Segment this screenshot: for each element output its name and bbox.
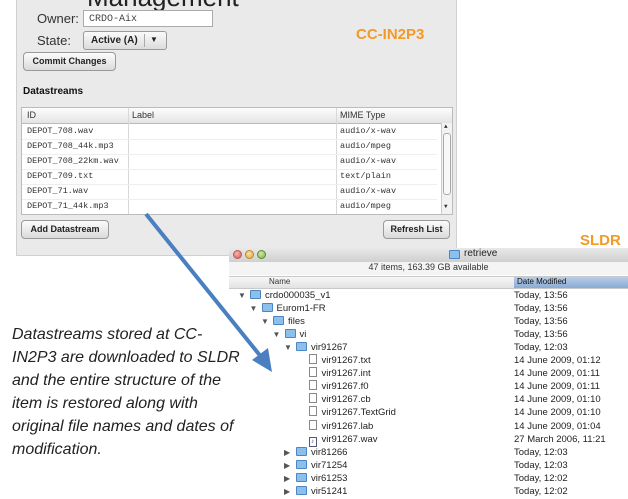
item-date-modified: Today, 13:56 [514,328,568,340]
item-name: vir91267.lab [321,420,374,432]
finder-title-bar: retrieve [229,248,628,263]
disclosure-closed-icon[interactable]: ▶ [284,446,294,459]
item-date-modified: 14 June 2009, 01:12 [514,355,601,366]
folder-row[interactable]: ▼ vir91267 [284,341,347,354]
item-name: vi [299,328,307,340]
document-icon [308,393,317,404]
zoom-window-icon[interactable] [257,250,266,259]
item-name: vir91267.int [321,368,371,380]
column-header-name[interactable]: Name [269,277,290,286]
document-icon [308,354,317,364]
document-icon [308,380,317,391]
folder-row[interactable]: ▶ vir71254 [284,459,347,472]
folder-icon [296,459,307,469]
folder-icon [296,472,307,482]
item-date-modified: 14 June 2009, 01:10 [514,407,601,419]
folder-icon [296,486,307,495]
item-date-modified: Today, 13:56 [514,302,568,314]
folder-row[interactable]: ▶ vir61253 [284,472,347,485]
explanation-caption: Datastreams stored at CC-IN2P3 are downl… [12,326,240,458]
disclosure-open-icon[interactable]: ▼ [250,302,260,315]
document-icon [308,419,317,430]
item-date-modified: Today, 12:03 [514,341,568,353]
status-line: 47 items, 163.39 GB available [229,262,628,275]
item-name: files [288,315,305,327]
folder-icon [261,302,273,312]
disclosure-open-icon[interactable]: ▼ [238,289,248,302]
file-row[interactable]: vir91267.txt [296,354,371,367]
disclosure-closed-icon[interactable]: ▶ [284,459,294,472]
column-header-date-modified[interactable]: Date Modified [514,277,628,288]
item-name: vir51241 [311,486,348,497]
item-name: vir91267.wav [321,433,378,445]
folder-icon [273,315,284,325]
file-row[interactable]: vir91267.int [296,367,371,380]
item-date-modified: 27 March 2006, 11:21 [514,433,606,445]
folder-icon [449,250,460,259]
file-row[interactable]: vir91267.f0 [296,380,369,393]
minimize-window-icon[interactable] [245,250,254,259]
folder-icon [284,328,296,338]
disclosure-closed-icon[interactable]: ▶ [284,485,294,498]
folder-row[interactable]: ▼ vi [273,328,307,341]
folder-icon [296,341,307,351]
item-name: vir81266 [311,446,348,458]
item-date-modified: 14 June 2009, 01:04 [514,420,601,432]
item-date-modified: Today, 13:56 [514,315,568,327]
item-date-modified: Today, 13:56 [514,289,568,301]
item-name: vir91267.f0 [321,381,369,393]
folder-row[interactable]: ▶ vir81266 [284,446,347,459]
item-date-modified: 14 June 2009, 01:11 [514,368,600,380]
folder-icon [296,446,307,456]
item-name: vir91267.cb [321,394,371,406]
item-date-modified: 14 June 2009, 01:10 [514,394,601,406]
item-name: vir91267.txt [321,355,371,366]
item-name: vir91267.TextGrid [321,407,396,419]
document-icon [308,367,317,378]
disclosure-open-icon[interactable]: ▼ [261,315,271,328]
disclosure-open-icon[interactable]: ▼ [284,341,294,354]
item-name: vir91267 [311,341,348,353]
file-row[interactable]: ♪ vir91267.wav [296,433,378,447]
folder-row[interactable]: ▶ vir51241 [284,485,347,498]
close-window-icon[interactable] [233,250,242,259]
disclosure-open-icon[interactable]: ▼ [273,328,283,341]
folder-row[interactable]: ▼ files [261,315,305,328]
item-date-modified: Today, 12:03 [514,446,568,458]
file-row[interactable]: vir91267.TextGrid [296,406,396,419]
item-date-modified: Today, 12:02 [514,472,568,484]
file-row[interactable]: vir91267.lab [296,419,374,433]
document-icon [308,406,317,417]
item-name: vir61253 [311,472,348,484]
item-name: Eurom1-FR [276,302,326,314]
item-date-modified: Today, 12:03 [514,459,568,471]
folder-icon [250,289,261,299]
file-row[interactable]: vir91267.cb [296,393,371,406]
item-date-modified: Today, 12:02 [514,486,568,497]
repository-tag: SLDR [580,232,621,249]
disclosure-closed-icon[interactable]: ▶ [284,472,294,485]
folder-row[interactable]: ▼ crdo000035_v1 [238,289,331,302]
finder-column-header: Name Date Modified [229,276,628,289]
folder-row[interactable]: ▼ Eurom1-FR [250,302,326,315]
item-name: crdo000035_v1 [265,289,331,301]
item-name: vir71254 [311,459,348,471]
item-date-modified: 14 June 2009, 01:11 [514,381,600,393]
window-title: retrieve [464,248,498,259]
